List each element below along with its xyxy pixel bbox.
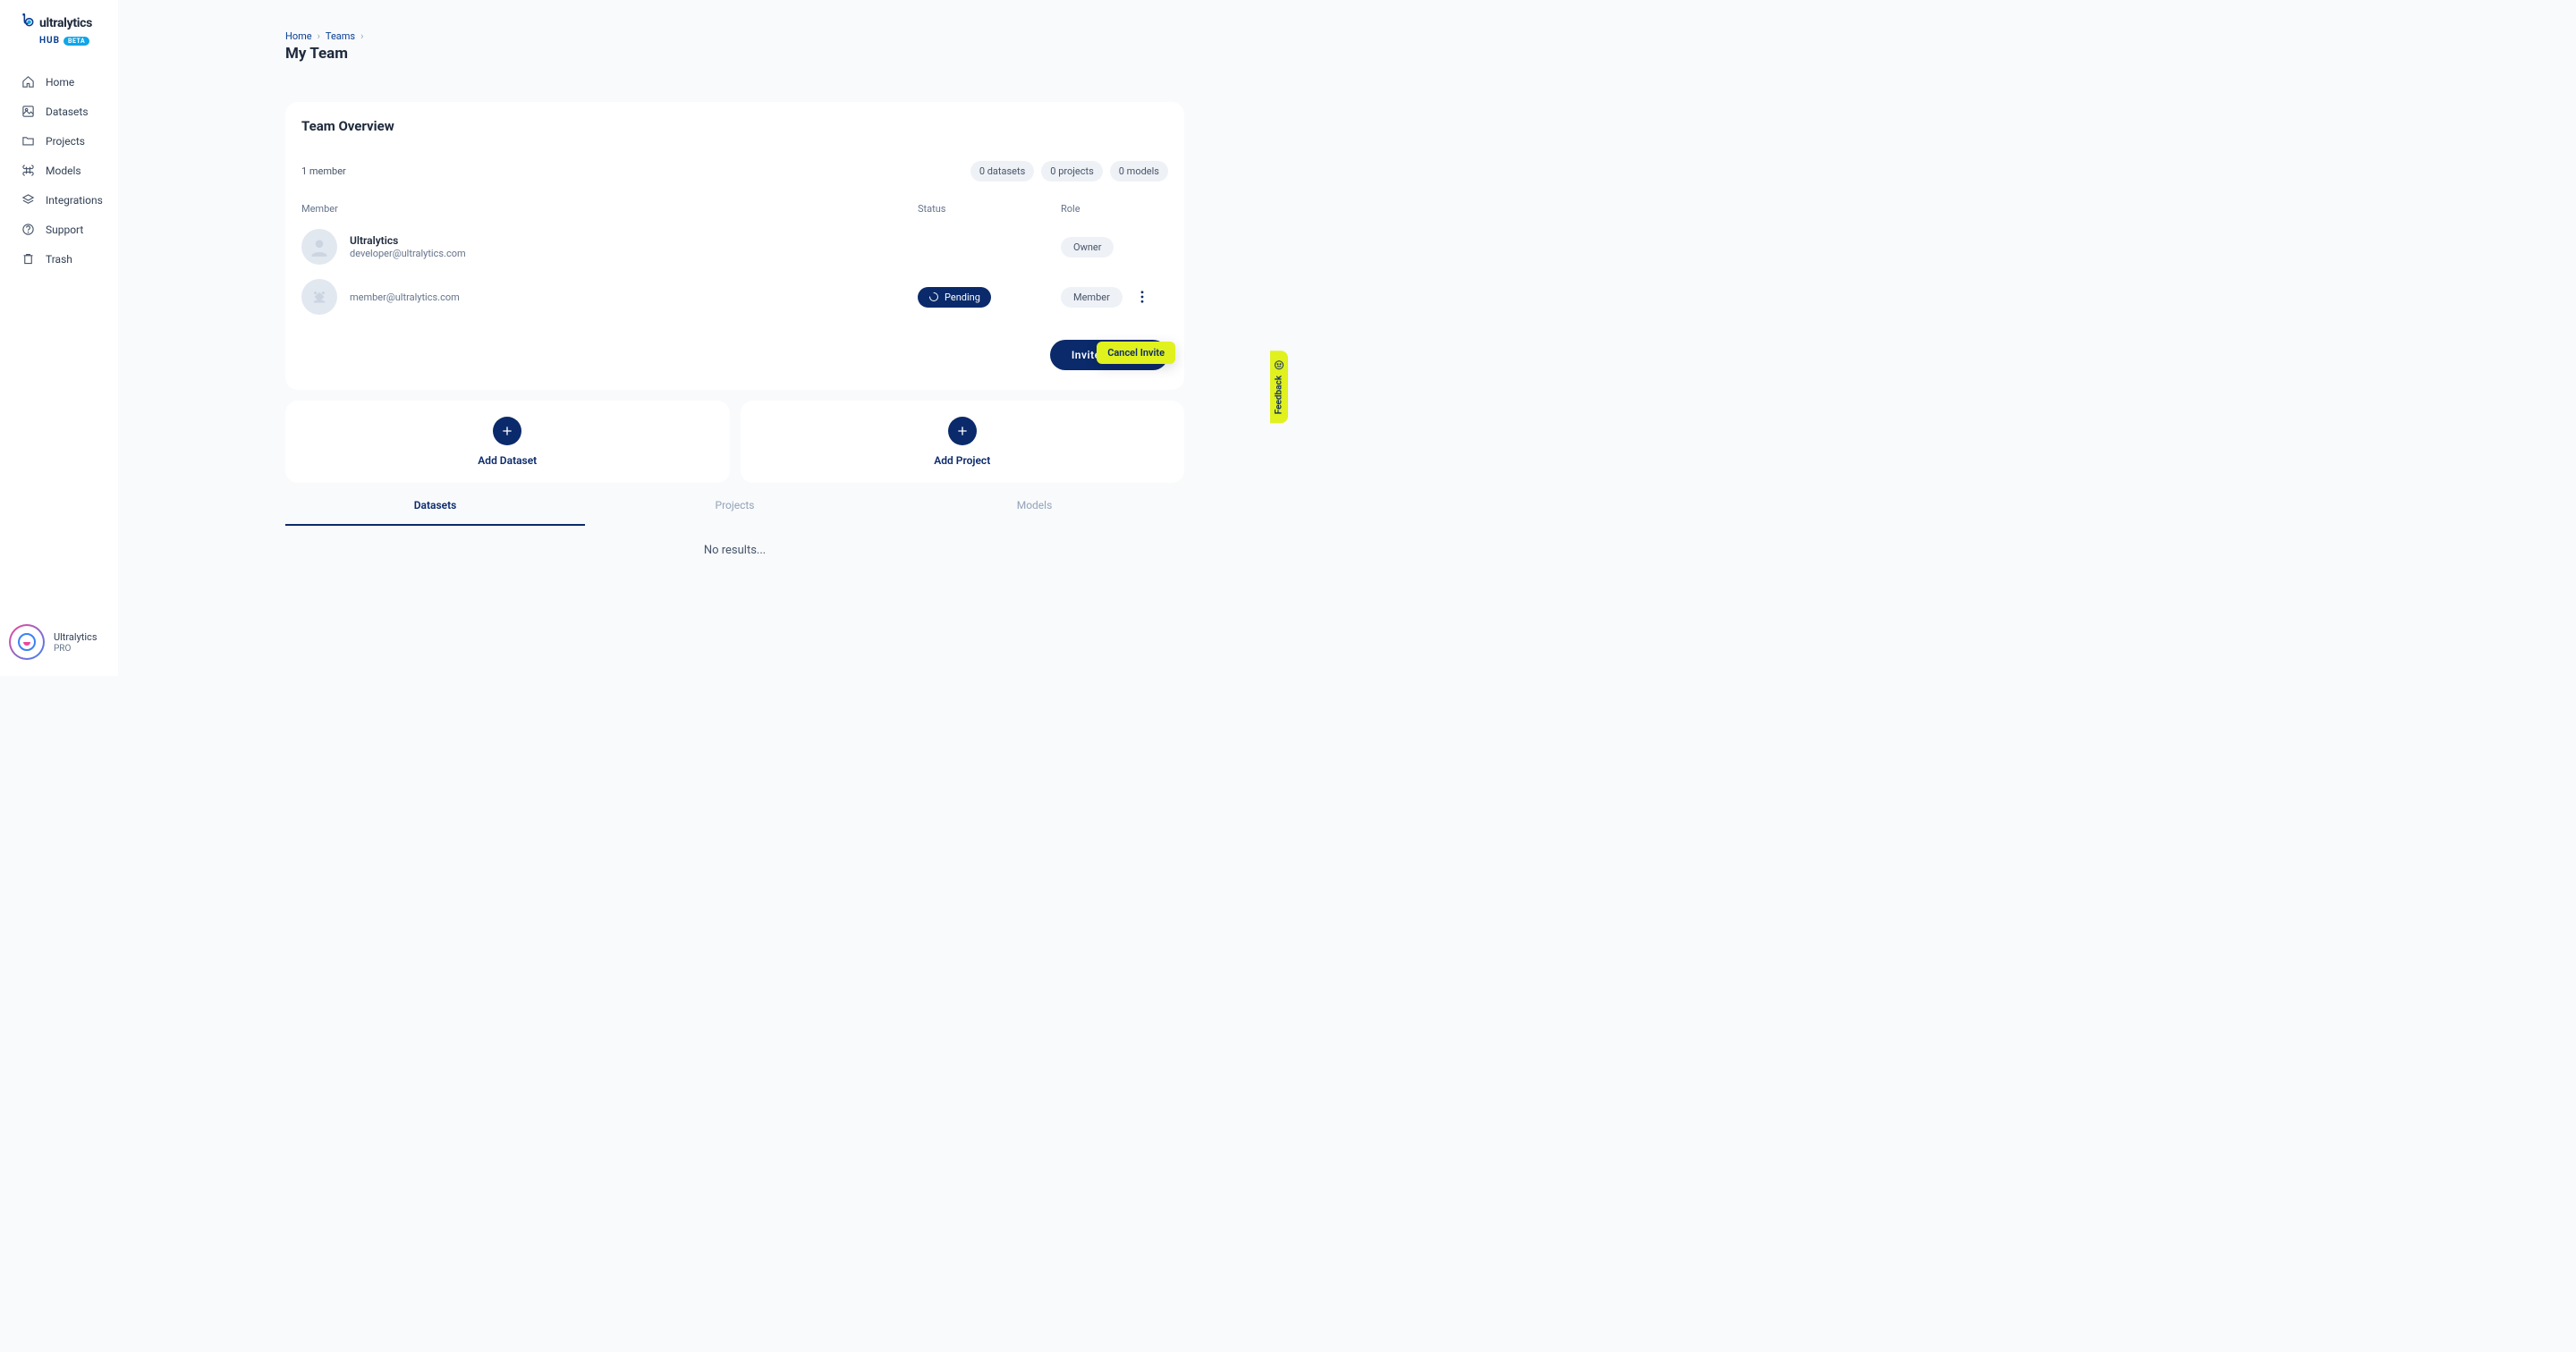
sidebar-item-datasets[interactable]: Datasets: [0, 97, 118, 126]
models-pill: 0 models: [1110, 161, 1168, 182]
tab-datasets[interactable]: Datasets: [285, 486, 585, 526]
beta-badge: BETA: [64, 37, 89, 46]
avatar-icon: [301, 229, 337, 265]
nav: Home Datasets Projects Models Integratio…: [0, 67, 118, 274]
sidebar-item-trash[interactable]: Trash: [0, 244, 118, 274]
projects-pill: 0 projects: [1041, 161, 1102, 182]
sidebar-item-support[interactable]: Support: [0, 215, 118, 244]
team-overview-card: Team Overview 1 member 0 datasets 0 proj…: [285, 102, 1184, 390]
th-role: Role: [1061, 203, 1168, 215]
plus-icon: [493, 417, 521, 445]
add-project-label: Add Project: [934, 454, 990, 467]
sidebar-item-label: Trash: [46, 253, 72, 266]
sidebar-item-models[interactable]: Models: [0, 156, 118, 185]
logo[interactable]: ultralytics HUB BETA: [0, 0, 118, 51]
chevron-right-icon: ›: [318, 30, 320, 42]
trash-icon: [21, 252, 35, 266]
add-project-card[interactable]: Add Project: [741, 401, 1185, 483]
logo-hub: HUB: [39, 36, 60, 46]
sidebar-item-label: Models: [46, 165, 81, 177]
th-member: Member: [301, 203, 918, 215]
member-count: 1 member: [301, 165, 346, 177]
sidebar-item-label: Datasets: [46, 106, 89, 118]
member-name: Ultralytics: [350, 234, 918, 247]
sidebar: ultralytics HUB BETA Home Datasets Proje…: [0, 0, 118, 676]
user-avatar-icon: [9, 624, 45, 660]
cancel-invite-menu-item[interactable]: Cancel Invite: [1097, 342, 1175, 364]
sidebar-item-label: Integrations: [46, 194, 103, 207]
add-dataset-label: Add Dataset: [478, 454, 537, 467]
logo-text: ultralytics: [39, 16, 92, 30]
tab-models[interactable]: Models: [885, 486, 1184, 526]
home-icon: [21, 75, 35, 89]
member-email: member@ultralytics.com: [350, 292, 918, 303]
tabs: Datasets Projects Models: [285, 486, 1184, 526]
layers-icon: [21, 193, 35, 207]
datasets-pill: 0 datasets: [970, 161, 1034, 182]
logo-icon: [20, 13, 34, 34]
sidebar-user[interactable]: Ultralytics PRO: [0, 612, 118, 676]
plus-icon: [948, 417, 977, 445]
image-icon: [21, 105, 35, 118]
sidebar-item-projects[interactable]: Projects: [0, 126, 118, 156]
kebab-icon: [1140, 291, 1144, 303]
member-row: Ultralytics developer@ultralytics.com Ow…: [301, 229, 1168, 265]
chevron-right-icon: ›: [360, 30, 363, 42]
breadcrumb: Home › Teams ›: [118, 0, 1288, 42]
breadcrumb-home[interactable]: Home: [285, 30, 312, 42]
main: Home › Teams › My Team Team Overview 1 m…: [118, 0, 1288, 676]
member-email: developer@ultralytics.com: [350, 248, 918, 259]
sidebar-item-label: Projects: [46, 135, 85, 148]
sidebar-item-label: Support: [46, 224, 83, 236]
sidebar-item-label: Home: [46, 76, 74, 89]
kebab-menu-button[interactable]: [1133, 291, 1151, 303]
feedback-button[interactable]: Feedback: [1270, 351, 1288, 423]
command-icon: [21, 164, 35, 177]
status-badge: Pending: [918, 287, 991, 308]
add-dataset-card[interactable]: Add Dataset: [285, 401, 730, 483]
breadcrumb-teams[interactable]: Teams: [326, 30, 355, 42]
empty-state: No results...: [285, 544, 1184, 557]
page-title: My Team: [285, 45, 1288, 63]
user-name: Ultralytics: [54, 631, 97, 643]
avatar-icon: [301, 279, 337, 315]
role-badge: Owner: [1061, 237, 1114, 258]
card-title: Team Overview: [301, 118, 1168, 134]
tab-projects[interactable]: Projects: [585, 486, 885, 526]
smile-icon: [1274, 359, 1284, 370]
sidebar-item-integrations[interactable]: Integrations: [0, 185, 118, 215]
folder-icon: [21, 134, 35, 148]
help-icon: [21, 223, 35, 236]
role-badge: Member: [1061, 287, 1123, 308]
user-plan: PRO: [54, 644, 97, 654]
th-status: Status: [918, 203, 1061, 215]
sidebar-item-home[interactable]: Home: [0, 67, 118, 97]
member-row: member@ultralytics.com Pending Member: [301, 279, 1168, 315]
spinner-icon: [928, 292, 939, 302]
